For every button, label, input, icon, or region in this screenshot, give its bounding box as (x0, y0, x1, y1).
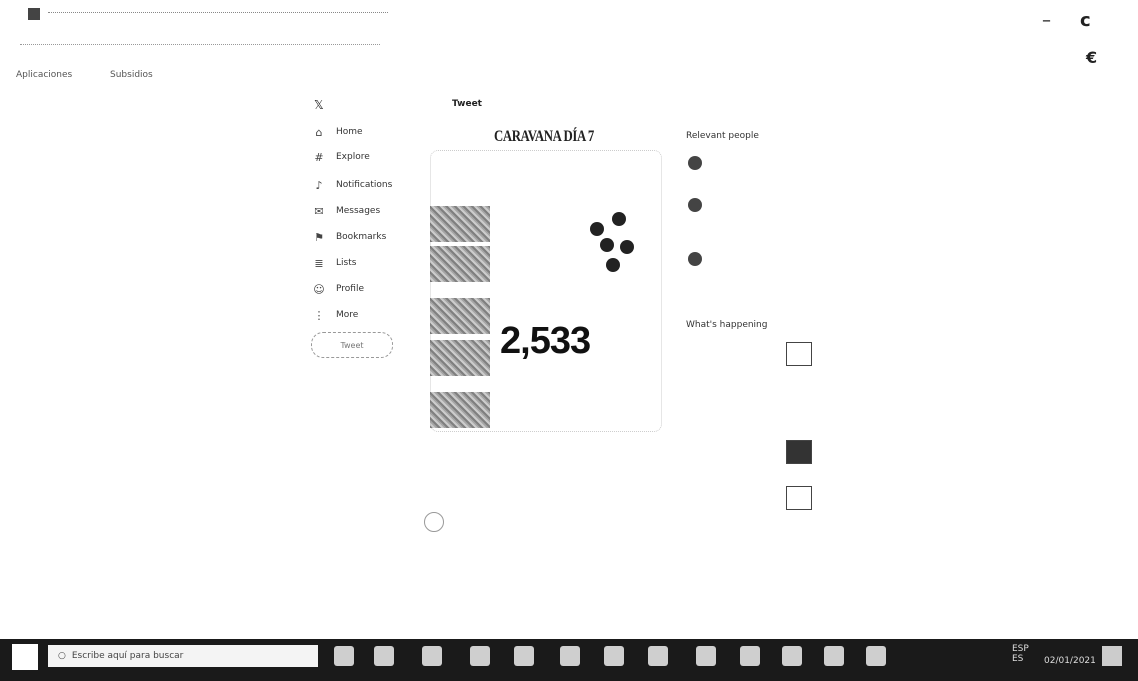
trend-thumbnail[interactable] (786, 440, 812, 464)
edge-icon[interactable] (422, 646, 442, 666)
nav-item-messages[interactable]: ✉ Messages (312, 202, 380, 220)
map-pin-icon (606, 258, 620, 272)
nav-item-more[interactable]: ⋮ More (312, 306, 359, 324)
map-pin-icon (620, 240, 634, 254)
nav-item-notifications[interactable]: ♪ Notifications (312, 176, 392, 194)
nav-item-lists[interactable]: ≣ Lists (312, 254, 356, 272)
store-icon[interactable] (514, 646, 534, 666)
nav-label: Bookmarks (336, 232, 387, 242)
minimize-button[interactable]: – (1042, 10, 1051, 31)
nav-label: Home (336, 127, 363, 137)
chrome-icon[interactable] (604, 646, 624, 666)
browser-title-bar (0, 0, 1138, 34)
app-icon[interactable] (782, 646, 802, 666)
nav-label: Explore (336, 152, 370, 162)
reply-avatar[interactable] (424, 512, 444, 532)
photo-thumbnail (430, 392, 490, 428)
count-number: 2,533 (500, 320, 591, 362)
windows-start-icon[interactable] (12, 644, 38, 670)
app-icon[interactable] (648, 646, 668, 666)
bell-icon: ♪ (315, 178, 323, 192)
tweet-button[interactable]: Tweet (311, 332, 393, 358)
map-pin-icon (600, 238, 614, 252)
map-pin-icon (590, 222, 604, 236)
more-icon: ⋮ (313, 308, 325, 322)
map-pin-icon (612, 212, 626, 226)
twitter-bird-icon[interactable]: 𝕏 (314, 98, 324, 112)
avatar[interactable] (688, 252, 702, 266)
bookmark-icon: ⚑ (314, 230, 324, 244)
app-icon[interactable] (696, 646, 716, 666)
file-explorer-icon[interactable] (470, 646, 490, 666)
nav-label: Notifications (336, 180, 393, 190)
clock-date[interactable]: 02/01/2021 (1044, 656, 1096, 666)
home-icon: ⌂ (315, 125, 323, 139)
search-icon: ○ (58, 651, 66, 661)
photo-thumbnail (430, 206, 490, 242)
tab-favicon-icon[interactable] (28, 8, 40, 20)
app-icon[interactable] (824, 646, 844, 666)
nav-item-home[interactable]: ⌂ Home (312, 123, 363, 141)
bookmark-apps[interactable]: Aplicaciones (16, 70, 72, 80)
trend-thumbnail[interactable] (786, 486, 812, 510)
notifications-icon[interactable] (1102, 646, 1122, 666)
envelope-icon: ✉ (314, 204, 324, 218)
column-title: Tweet (452, 99, 482, 109)
avatar[interactable] (688, 156, 702, 170)
profile-icon[interactable]: € (1086, 48, 1097, 67)
nav-label: Messages (336, 206, 381, 216)
photo-thumbnail (430, 298, 490, 334)
trend-thumbnail[interactable] (786, 342, 812, 366)
app-icon[interactable] (866, 646, 886, 666)
address-bar[interactable] (20, 44, 380, 49)
photo-thumbnail (430, 246, 490, 282)
app-icon[interactable] (740, 646, 760, 666)
restore-button[interactable]: c (1080, 10, 1091, 31)
relevant-people-heading: Relevant people (686, 131, 759, 141)
nav-item-bookmarks[interactable]: ⚑ Bookmarks (312, 228, 386, 246)
bookmark-subsidios[interactable]: Subsidios (110, 70, 153, 80)
mail-icon[interactable] (560, 646, 580, 666)
caravan-map-image (430, 150, 662, 432)
taskbar-search-input[interactable]: ○ Escribe aquí para buscar (48, 645, 318, 667)
nav-label: More (336, 310, 359, 320)
browser-tab[interactable] (48, 12, 388, 17)
search-placeholder: Escribe aquí para buscar (71, 651, 184, 661)
list-icon: ≣ (314, 256, 324, 270)
hashtag-icon: # (314, 150, 324, 164)
photo-thumbnail (430, 340, 490, 376)
image-headline: CARAVANA DÍA 7 (494, 128, 594, 145)
avatar[interactable] (688, 198, 702, 212)
language-indicator[interactable]: ESP ES (1012, 644, 1029, 664)
nav-label: Lists (336, 258, 357, 268)
nav-item-profile[interactable]: ☺ Profile (312, 280, 364, 298)
person-icon: ☺ (313, 282, 325, 296)
nav-label: Profile (336, 284, 364, 294)
whats-happening-heading: What's happening (686, 320, 768, 330)
task-view-icon[interactable] (374, 646, 394, 666)
nav-item-explore[interactable]: # Explore (312, 148, 370, 166)
cortana-icon[interactable] (334, 646, 354, 666)
